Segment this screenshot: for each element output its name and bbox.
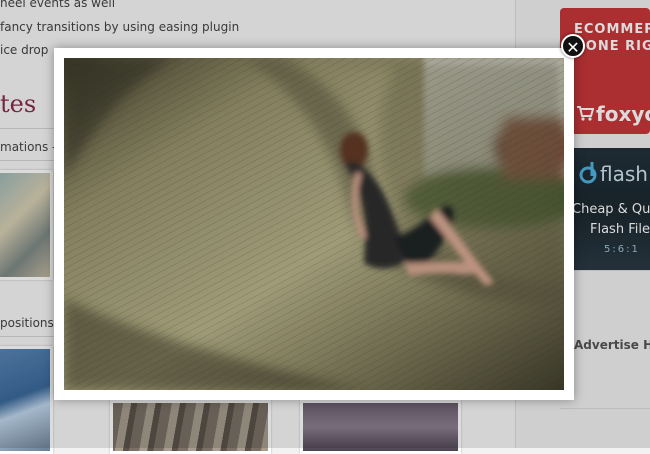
lightbox: [54, 48, 574, 400]
lightbox-close-button[interactable]: ✕: [561, 34, 585, 58]
lightbox-image: [64, 58, 564, 390]
photo-blurred-woman-on-ramp: [64, 58, 564, 390]
blog-page: heel events as well fancy transitions by…: [0, 0, 650, 454]
